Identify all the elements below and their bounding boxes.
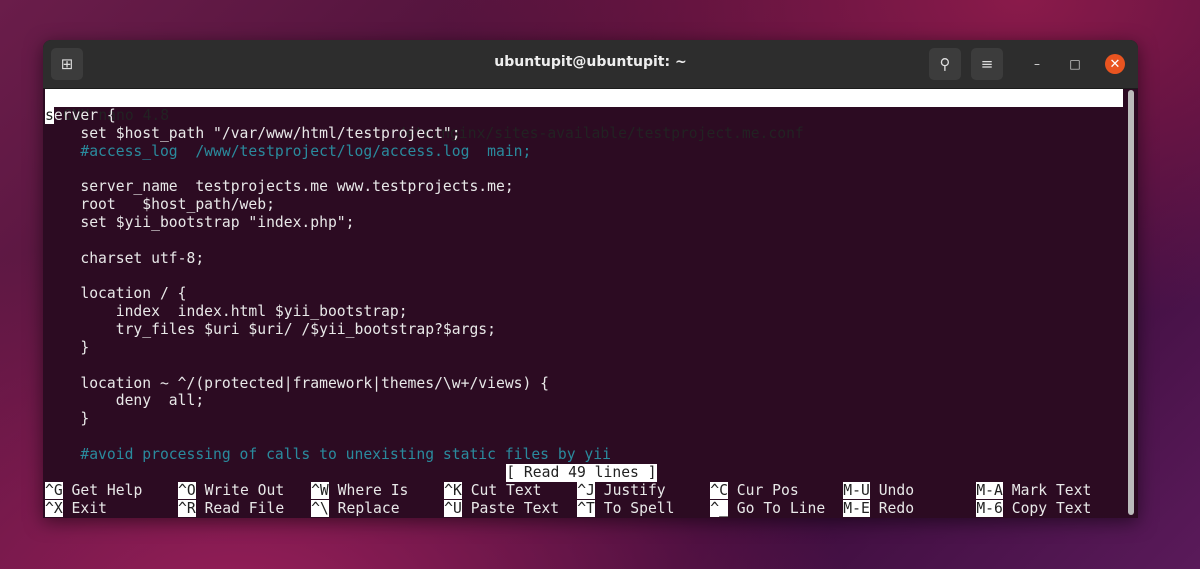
code-line: deny all; [45,392,205,410]
shortcut-label: Exit [71,499,107,517]
close-button[interactable]: ✕ [1105,54,1125,74]
shortcut-key: ^X [45,499,63,517]
shortcut-key: ^J [577,481,595,499]
shortcut-key: ^\ [311,499,329,517]
shortcut-key: ^R [178,499,196,517]
code-line: charset utf-8; [45,249,205,267]
code-comment-line: #avoid processing of calls to unexisting… [45,446,611,463]
code-line: server { [45,106,116,124]
code-line: index index.html $yii_bootstrap; [45,303,408,321]
shortcut-read-file[interactable]: ^R Read File [178,499,285,518]
search-button[interactable]: ⚲ [929,48,961,80]
code-line: server_name testprojects.me www.testproj… [45,178,514,196]
shortcut-copy-text[interactable]: M-6 Copy Text [976,499,1092,518]
terminal-window: ⊞ ubuntupit@ubuntupit: ~ ⚲ ≡ – □ ✕ GNU n… [43,40,1138,518]
code-line: set $host_path "/var/www/html/testprojec… [45,124,461,142]
shortcut-where-is[interactable]: ^W Where Is [311,481,409,500]
shortcut-label: Where Is [337,481,409,499]
shortcut-to-spell[interactable]: ^T To Spell [577,499,675,518]
shortcut-key: M-E [843,499,870,517]
code-comment-line: #access_log /www/testproject/log/access.… [45,142,532,160]
search-icon: ⚲ [939,55,951,73]
status-message: [ Read 49 lines ] [506,463,657,482]
shortcut-exit[interactable]: ^X Exit [45,499,107,518]
code-line: location / { [45,285,187,303]
shortcut-label: To Spell [603,499,675,517]
shortcut-label: Go To Line [736,499,826,517]
shortcut-write-out[interactable]: ^O Write Out [178,481,285,500]
minimize-icon: – [1034,57,1040,71]
shortcut-key: ^G [45,481,63,499]
code-line: location ~ ^/(protected|framework|themes… [45,374,550,392]
shortcut-cur-pos[interactable]: ^C Cur Pos [710,481,799,500]
header-bar: ⊞ ubuntupit@ubuntupit: ~ ⚲ ≡ – □ ✕ [43,40,1138,89]
shortcut-key: M-A [976,481,1003,499]
shortcut-key: ^W [311,481,329,499]
shortcut-label: Write Out [204,481,285,499]
shortcut-label: Mark Text [1011,481,1092,499]
nano-editor[interactable]: GNU nano 4.8 /etc/nginx/sites-available/… [45,89,1125,518]
scrollbar[interactable] [1128,90,1134,515]
shortcut-key: M-U [843,481,870,499]
shortcut-label: Read File [204,499,285,517]
shortcut-redo[interactable]: M-E Redo [843,499,915,518]
shortcut-justify[interactable]: ^J Justify [577,481,666,500]
code-line: set $yii_bootstrap "index.php"; [45,213,355,231]
shortcut-go-to-line[interactable]: ^_ Go To Line [710,499,826,518]
shortcut-key: M-6 [976,499,1003,517]
shortcut-get-help[interactable]: ^G Get Help [45,481,143,500]
nano-title-bar: GNU nano 4.8 /etc/nginx/sites-available/… [45,89,1123,142]
shortcut-key: ^O [178,481,196,499]
menu-button[interactable]: ≡ [971,48,1003,80]
shortcut-replace[interactable]: ^\ Replace [311,499,400,518]
shortcut-mark-text[interactable]: M-A Mark Text [976,481,1092,500]
code-line: } [45,338,90,356]
shortcut-key: ^U [444,499,462,517]
shortcut-label: Paste Text [470,499,560,517]
code-line: try_files $uri $uri/ /$yii_bootstrap?$ar… [45,321,496,339]
shortcut-label: Copy Text [1011,499,1092,517]
shortcut-label: Cut Text [470,481,542,499]
shortcut-cut-text[interactable]: ^K Cut Text [444,481,542,500]
shortcut-label: Justify [603,481,666,499]
maximize-button[interactable]: □ [1065,54,1085,74]
shortcut-paste-text[interactable]: ^U Paste Text [444,499,560,518]
shortcut-label: Get Help [71,481,143,499]
maximize-icon: □ [1069,57,1081,71]
hamburger-menu-icon: ≡ [980,55,994,73]
shortcut-label: Redo [878,499,915,517]
text-cursor: s [45,106,54,124]
code-line: root $host_path/web; [45,196,275,214]
shortcut-label: Cur Pos [736,481,799,499]
shortcut-label: Undo [878,481,915,499]
minimize-button[interactable]: – [1027,54,1047,74]
code-line: } [45,410,90,428]
shortcut-key: ^T [577,499,595,517]
shortcut-key: ^_ [710,499,728,517]
shortcut-key: ^C [710,481,728,499]
shortcut-undo[interactable]: M-U Undo [843,481,915,500]
shortcut-key: ^K [444,481,462,499]
shortcut-label: Replace [337,499,400,517]
close-icon: ✕ [1109,56,1121,72]
